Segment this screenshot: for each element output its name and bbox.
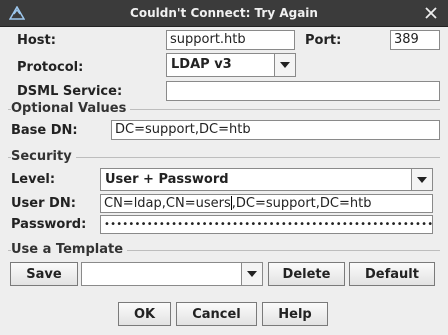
security-level-value: User + Password (105, 172, 229, 187)
template-title: Use a Template (11, 242, 128, 257)
host-field[interactable]: support.htb (166, 30, 295, 50)
host-label: Host: (17, 33, 56, 48)
chevron-down-icon[interactable] (411, 169, 432, 190)
password-field[interactable]: ••••••••••••••••••••••••••••••••••••••••… (100, 215, 433, 234)
chevron-down-icon[interactable] (274, 54, 295, 76)
dsml-service-label: DSML Service: (17, 84, 123, 99)
user-dn-text-before: CN=ldap,CN=users (104, 196, 231, 211)
base-dn-field[interactable]: DC=support,DC=htb (111, 120, 440, 140)
port-label: Port: (305, 33, 342, 48)
template-select[interactable] (81, 262, 263, 286)
dsml-service-field[interactable] (166, 81, 440, 101)
protocol-label: Protocol: (17, 60, 84, 75)
user-dn-text-after: ,DC=support,DC=htb (231, 196, 372, 211)
security-title: Security (11, 149, 76, 164)
title-bar: Couldn't Connect: Try Again (0, 0, 448, 27)
base-dn-label: Base DN: (11, 123, 78, 138)
window-title: Couldn't Connect: Try Again (130, 6, 318, 20)
cancel-button[interactable]: Cancel (176, 302, 257, 326)
user-dn-label: User DN: (11, 196, 76, 211)
level-label: Level: (11, 172, 56, 187)
protocol-value: LDAP v3 (171, 57, 232, 72)
delete-template-button[interactable]: Delete (268, 262, 345, 286)
default-template-button[interactable]: Default (349, 262, 435, 286)
chevron-down-icon[interactable] (241, 263, 262, 285)
ok-button[interactable]: OK (118, 302, 171, 326)
help-button[interactable]: Help (262, 302, 328, 326)
port-field[interactable]: 389 (390, 30, 440, 50)
user-dn-field[interactable]: CN=ldap,CN=users,DC=support,DC=htb (100, 194, 433, 213)
protocol-select[interactable]: LDAP v3 (166, 53, 296, 77)
save-template-button[interactable]: Save (10, 262, 78, 286)
security-level-select[interactable]: User + Password (100, 168, 433, 191)
optional-values-title: Optional Values (11, 101, 131, 116)
close-icon[interactable] (423, 5, 439, 21)
password-label: Password: (11, 217, 87, 232)
